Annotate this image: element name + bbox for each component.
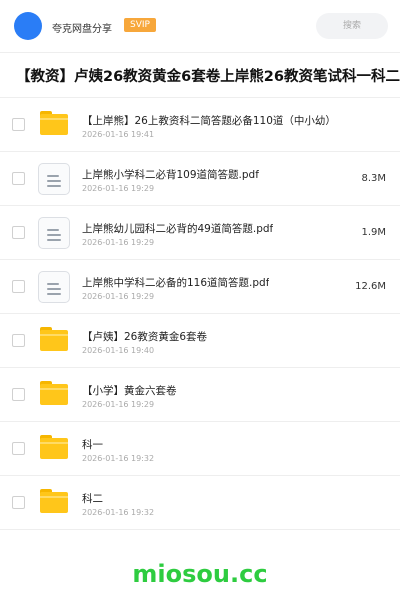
select-checkbox[interactable] (12, 334, 25, 347)
folder-icon (40, 327, 68, 351)
list-item[interactable]: 上岸熊小学科二必背109道简答题.pdf 2026-01-16 19:29 8.3M (0, 152, 400, 206)
app-name: 夸克网盘分享 (52, 24, 112, 35)
folder-icon (40, 489, 68, 513)
file-date: 2026-01-16 19:40 (82, 346, 155, 355)
file-date: 2026-01-16 19:41 (82, 130, 155, 139)
file-date: 2026-01-16 19:32 (82, 454, 155, 463)
file-date: 2026-01-16 19:29 (82, 292, 155, 301)
select-checkbox[interactable] (12, 118, 25, 131)
list-item[interactable]: 科一 2026-01-16 19:32 (0, 422, 400, 476)
search-input[interactable]: 搜索 (316, 13, 388, 39)
list-item[interactable]: 【上岸熊】26上教资科二简答题必备110道（中小幼） 2026-01-16 19:… (0, 98, 400, 152)
file-size: 1.9M (361, 227, 386, 238)
document-icon (38, 163, 70, 195)
title-bar: 【教资】卢姨26教资黄金6套卷上岸熊26教资笔试科一科二 (0, 52, 400, 98)
folder-icon (40, 381, 68, 405)
select-checkbox[interactable] (12, 442, 25, 455)
list-item[interactable]: 【卢姨】26教资黄金6套卷 2026-01-16 19:40 (0, 314, 400, 368)
select-checkbox[interactable] (12, 226, 25, 239)
file-name[interactable]: 上岸熊幼儿园科二必背的49道简答题.pdf (82, 221, 273, 236)
file-name[interactable]: 上岸熊小学科二必背109道简答题.pdf (82, 167, 259, 182)
file-size: 8.3M (361, 173, 386, 184)
file-name[interactable]: 【卢姨】26教资黄金6套卷 (82, 329, 207, 344)
folder-icon (40, 111, 68, 135)
file-date: 2026-01-16 19:32 (82, 508, 155, 517)
file-name[interactable]: 科一 (82, 437, 103, 452)
document-icon (38, 217, 70, 249)
page-title: 【教资】卢姨26教资黄金6套卷上岸熊26教资笔试科一科二 (16, 69, 400, 85)
avatar[interactable] (14, 12, 42, 40)
file-name[interactable]: 【上岸熊】26上教资科二简答题必备110道（中小幼） (82, 113, 336, 128)
file-name[interactable]: 【小学】黄金六套卷 (82, 383, 177, 398)
folder-icon (40, 435, 68, 459)
list-item[interactable]: 科二 2026-01-16 19:32 (0, 476, 400, 530)
watermark: miosou.cc (132, 560, 268, 588)
file-date: 2026-01-16 19:29 (82, 400, 155, 409)
list-item[interactable]: 上岸熊中学科二必备的116道简答题.pdf 2026-01-16 19:29 12.… (0, 260, 400, 314)
list-item[interactable]: 上岸熊幼儿园科二必背的49道简答题.pdf 2026-01-16 19:29 1.9… (0, 206, 400, 260)
select-checkbox[interactable] (12, 280, 25, 293)
file-size: 12.6M (355, 281, 386, 292)
document-icon (38, 271, 70, 303)
svip-badge: SVIP (124, 18, 156, 32)
file-name[interactable]: 上岸熊中学科二必备的116道简答题.pdf (82, 275, 269, 290)
list-item[interactable]: 【小学】黄金六套卷 2026-01-16 19:29 (0, 368, 400, 422)
select-checkbox[interactable] (12, 172, 25, 185)
file-name[interactable]: 科二 (82, 491, 103, 506)
select-checkbox[interactable] (12, 388, 25, 401)
file-date: 2026-01-16 19:29 (82, 238, 155, 247)
file-date: 2026-01-16 19:29 (82, 184, 155, 193)
file-list: 【上岸熊】26上教资科二简答题必备110道（中小幼） 2026-01-16 19:… (0, 98, 400, 530)
select-checkbox[interactable] (12, 496, 25, 509)
header: 夸克网盘分享 SVIP 搜索 (0, 0, 400, 52)
